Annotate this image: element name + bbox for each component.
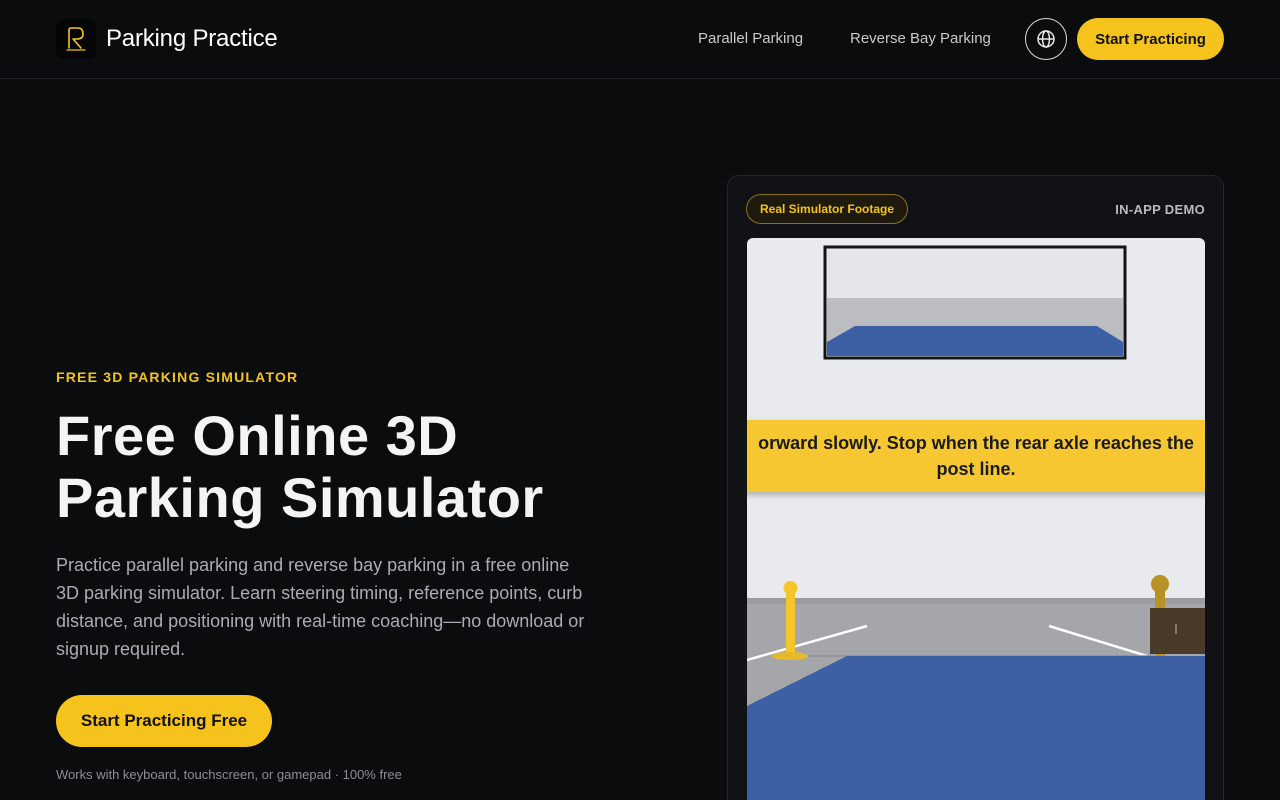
parking-logo-icon[interactable] <box>56 19 96 59</box>
nav-parallel-parking[interactable]: Parallel Parking <box>698 30 803 48</box>
hero-title: Free Online 3D Parking Simulator <box>56 405 676 529</box>
hero-title-line-1: Free Online 3D <box>56 404 459 467</box>
hero-eyebrow: FREE 3D PARKING SIMULATOR <box>56 369 299 385</box>
start-practicing-free-button[interactable]: Start Practicing Free <box>56 695 272 747</box>
instruction-line-1: orward slowly. Stop when the rear axle r… <box>758 433 1194 453</box>
nav-reverse-bay-parking[interactable]: Reverse Bay Parking <box>850 30 991 48</box>
simulator-scene <box>747 245 1205 800</box>
demo-card: Real Simulator Footage IN-APP DEMO orwar… <box>727 175 1224 800</box>
site-header: Parking Practice Parallel Parking Revers… <box>0 0 1280 79</box>
rear-view-mirror <box>823 245 1127 360</box>
hero-description: Practice parallel parking and reverse ba… <box>56 555 585 659</box>
start-practicing-button[interactable]: Start Practicing <box>1077 18 1224 60</box>
brand-name[interactable]: Parking Practice <box>106 24 278 54</box>
hero-footnote: Works with keyboard, touchscreen, or gam… <box>56 767 402 782</box>
car-hood <box>747 656 1205 800</box>
simulator-video[interactable]: orward slowly. Stop when the rear axle r… <box>747 238 1205 800</box>
hero-title-line-2: Parking Simulator <box>56 466 544 529</box>
instruction-line-2: post line. <box>936 459 1016 479</box>
language-button[interactable] <box>1025 18 1067 60</box>
parked-car-silhouette <box>1150 608 1205 654</box>
real-footage-badge: Real Simulator Footage <box>746 194 909 224</box>
horizon-line <box>747 598 1205 604</box>
globe-icon <box>1037 30 1055 48</box>
demo-label: IN-APP DEMO <box>1115 202 1205 217</box>
coaching-instruction-banner: orward slowly. Stop when the rear axle r… <box>747 420 1205 492</box>
